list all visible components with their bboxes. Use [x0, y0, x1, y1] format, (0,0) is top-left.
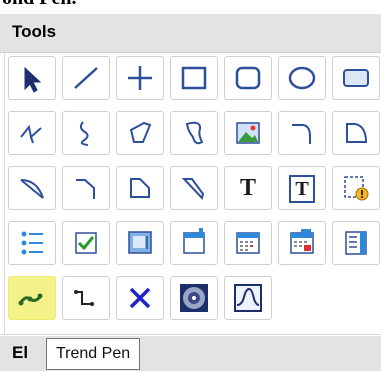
- polygon-icon: [129, 121, 152, 143]
- tools-grid: T T: [0, 53, 381, 335]
- zigzag-polyline-icon: [20, 124, 42, 144]
- tool-pie-2[interactable]: [116, 166, 164, 210]
- list-icon: [21, 231, 43, 255]
- chord-icon: [181, 178, 205, 201]
- closed-curve-icon: [185, 121, 204, 145]
- tool-polyline[interactable]: [8, 111, 56, 155]
- tool-arc-2[interactable]: [8, 166, 56, 210]
- diagonal-line-icon: [74, 67, 98, 89]
- checkbox-icon: [75, 232, 97, 254]
- arc-chord-icon: [20, 179, 44, 199]
- tool-image[interactable]: [224, 111, 272, 155]
- tool-list[interactable]: [8, 221, 56, 265]
- tool-arc[interactable]: [278, 111, 326, 155]
- elements-section-title: El: [12, 343, 29, 362]
- tool-closed-curve[interactable]: [170, 111, 218, 155]
- tool-checkbox[interactable]: [62, 221, 110, 265]
- tool-trend-pen[interactable]: [8, 276, 56, 320]
- tool-calendar[interactable]: [224, 221, 272, 265]
- tool-chord[interactable]: [170, 166, 218, 210]
- tool-button-shape[interactable]: [332, 56, 380, 100]
- tooltip: Trend Pen: [46, 338, 141, 370]
- tag-info-icon: [344, 176, 369, 201]
- cut-off-heading: ond Pen.: [0, 0, 381, 14]
- tool-spinner[interactable]: [332, 221, 380, 265]
- tools-panel-header[interactable]: Tools: [0, 14, 381, 53]
- grid-bottom-border: [0, 334, 381, 335]
- freehand-curve-icon: [79, 121, 89, 146]
- tool-delete[interactable]: [116, 276, 164, 320]
- tool-date-picker[interactable]: [278, 221, 326, 265]
- tool-freehand[interactable]: [62, 111, 110, 155]
- tool-rectangle[interactable]: [170, 56, 218, 100]
- tool-tag[interactable]: [332, 166, 380, 210]
- tool-line[interactable]: [62, 56, 110, 100]
- image-picture-icon: [236, 122, 260, 144]
- tool-select[interactable]: [8, 56, 56, 100]
- rectangle-icon: [181, 66, 207, 90]
- tool-step-line[interactable]: [62, 276, 110, 320]
- trend-pen-icon: [18, 293, 43, 306]
- spinner-list-icon: [345, 231, 367, 255]
- button-shape-icon: [343, 69, 369, 87]
- ellipse-icon: [288, 66, 316, 90]
- tool-panel-image[interactable]: [116, 221, 164, 265]
- pie-segment-icon: [346, 123, 368, 143]
- text-icon: T: [239, 175, 256, 201]
- tool-window[interactable]: [170, 221, 218, 265]
- window-icon: [183, 228, 205, 254]
- tool-rounded-rectangle[interactable]: [224, 56, 272, 100]
- tool-trend-wave[interactable]: [224, 276, 272, 320]
- step-line-icon: [74, 290, 94, 306]
- tool-text-box[interactable]: T: [278, 166, 326, 210]
- tool-pie[interactable]: [332, 111, 380, 155]
- media-disc-icon: [180, 284, 208, 312]
- arrow-pointer-icon: [24, 66, 42, 93]
- arc-elbow-icon: [76, 179, 95, 199]
- text-box-icon: T: [279, 167, 325, 209]
- grid-left-border: [4, 53, 5, 335]
- panel-image-icon: [128, 231, 152, 254]
- cut-off-heading-text: ond Pen.: [2, 0, 76, 10]
- date-picker-icon: [290, 229, 314, 254]
- tool-cross[interactable]: [116, 56, 164, 100]
- tool-ellipse[interactable]: [278, 56, 326, 100]
- tools-panel-title: Tools: [12, 22, 57, 41]
- tool-media[interactable]: [170, 276, 218, 320]
- trend-wave-icon: [234, 284, 262, 312]
- plus-cross-icon: [128, 66, 152, 90]
- tool-polygon[interactable]: [116, 111, 164, 155]
- tool-text[interactable]: T: [224, 166, 272, 210]
- calendar-icon: [236, 232, 260, 254]
- pie-open-icon: [130, 178, 150, 198]
- rounded-rectangle-icon: [235, 66, 261, 90]
- x-delete-icon: [129, 287, 151, 309]
- tool-arc-3[interactable]: [62, 166, 110, 210]
- arc-icon: [292, 124, 311, 144]
